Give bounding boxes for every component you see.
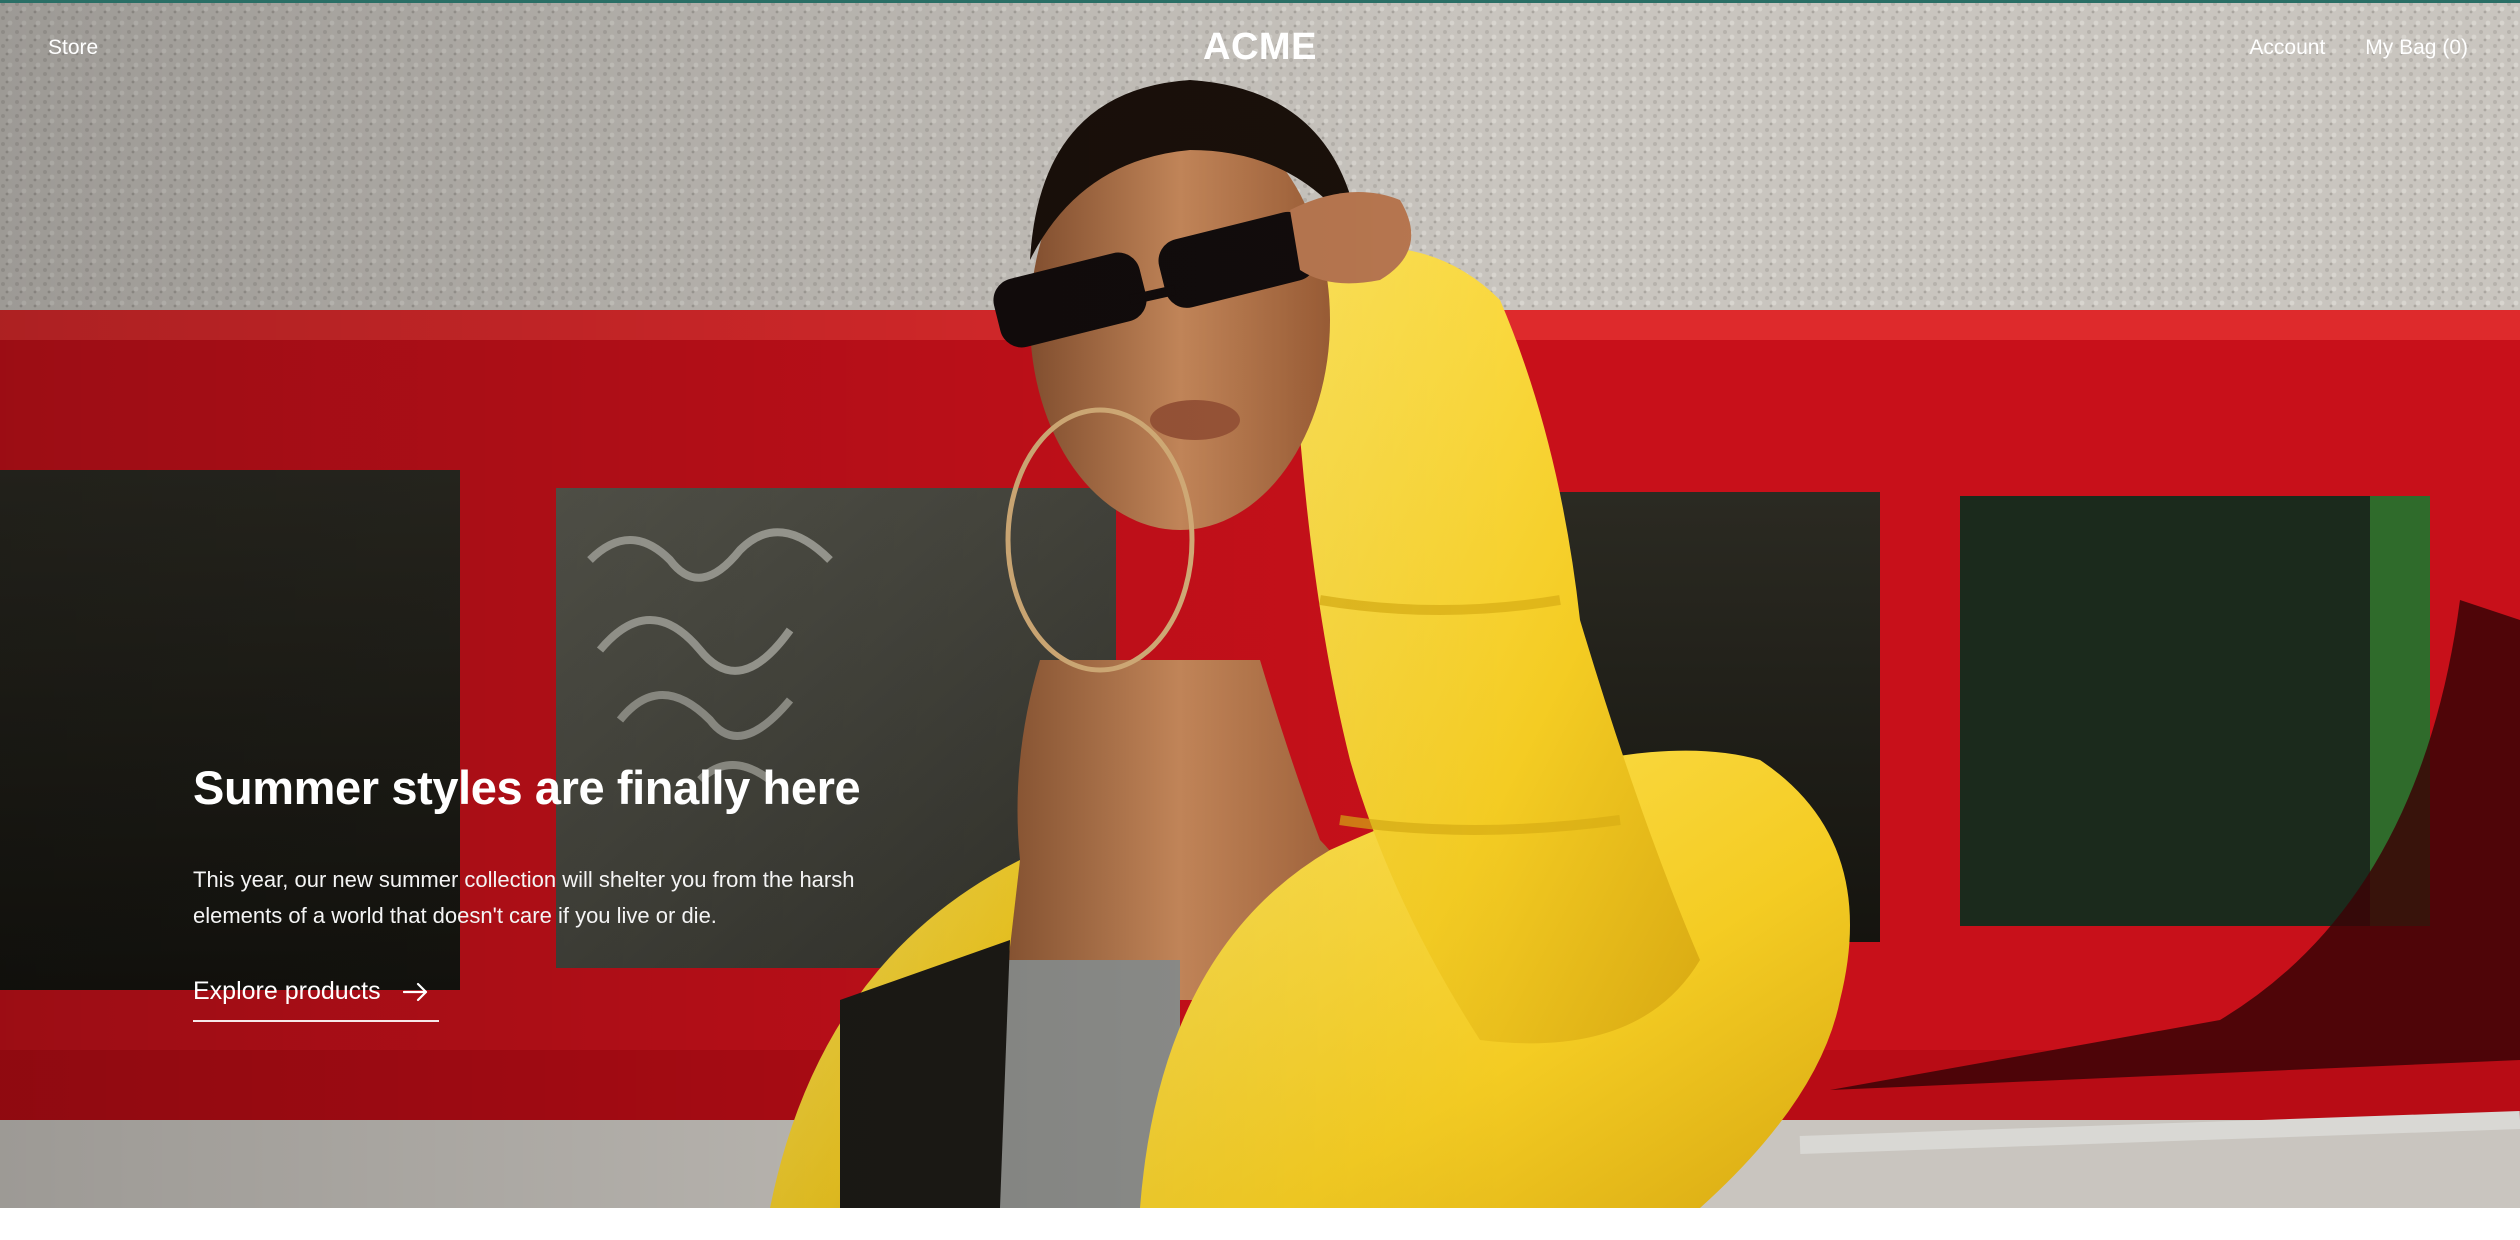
site-logo[interactable]: ACME [1203, 26, 1317, 68]
explore-products-link[interactable]: Explore products [193, 977, 439, 1022]
account-nav: Account My Bag (0) [2249, 36, 2468, 60]
hero-description: This year, our new summer collection wil… [193, 867, 855, 928]
page-content-start [0, 1208, 2520, 1240]
site-header: Store ACME Account My Bag (0) [0, 0, 2520, 96]
nav-bag-link[interactable]: My Bag (0) [2365, 36, 2468, 60]
explore-products-label: Explore products [193, 977, 381, 1005]
hero-title: Summer styles are finally here [193, 761, 861, 814]
hero-image-overlay [0, 0, 2520, 1208]
hero-content: Summer styles are finally here This year… [193, 756, 953, 1022]
arrow-right-icon [402, 982, 427, 1001]
top-accent-rule [0, 0, 2520, 3]
nav-store-link[interactable]: Store [48, 36, 98, 60]
hero-banner [0, 0, 2520, 1208]
nav-account-link[interactable]: Account [2249, 36, 2325, 60]
